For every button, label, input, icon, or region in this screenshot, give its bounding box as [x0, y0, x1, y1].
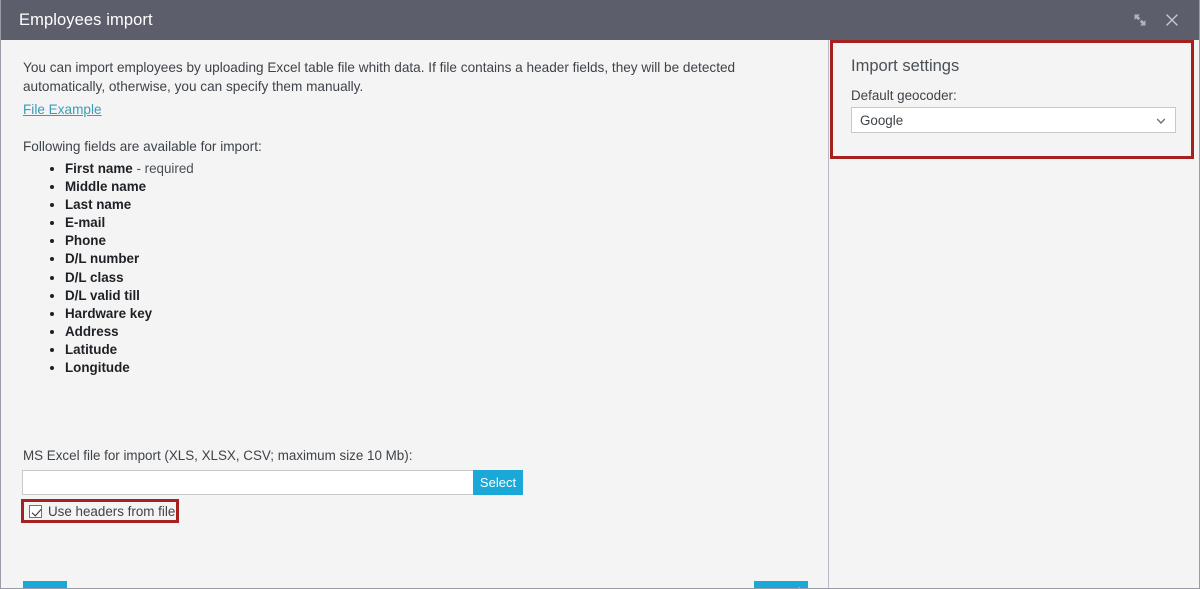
close-icon[interactable] — [1161, 9, 1183, 31]
import-settings-title: Import settings — [851, 57, 960, 75]
file-path-input[interactable] — [22, 470, 473, 495]
field-list-item: Last name — [65, 196, 806, 214]
field-label: Hardware key — [65, 305, 153, 321]
dialog-titlebar: Employees import — [1, 0, 1199, 40]
intro-text: You can import employees by uploading Ex… — [23, 60, 736, 94]
file-input-label: MS Excel file for import (XLS, XLSX, CSV… — [23, 448, 413, 463]
field-label: D/L valid till — [65, 287, 140, 303]
field-list-item: First name - required — [65, 160, 806, 178]
chevron-down-icon — [1155, 114, 1167, 126]
select-file-button[interactable]: Select — [473, 470, 523, 495]
use-headers-checkbox[interactable] — [29, 504, 42, 518]
field-list-item: D/L valid till — [65, 287, 806, 305]
import-settings-pane: Import settings Default geocoder: Google — [829, 40, 1199, 588]
default-geocoder-value: Google — [860, 112, 904, 128]
field-list-item: D/L number — [65, 250, 806, 268]
field-list-item: E-mail — [65, 214, 806, 232]
file-select-row: Select — [22, 470, 523, 495]
dialog-title: Employees import — [19, 10, 153, 29]
use-headers-row[interactable]: Use headers from file — [21, 499, 179, 523]
field-label: D/L number — [65, 251, 140, 267]
field-label: First name — [65, 161, 133, 176]
field-label: Middle name — [65, 179, 147, 195]
default-geocoder-label: Default geocoder: — [851, 88, 957, 103]
field-list-item: Middle name — [65, 178, 806, 196]
fields-intro-text: Following fields are available for impor… — [23, 139, 262, 154]
use-headers-label[interactable]: Use headers from file — [48, 504, 175, 519]
dialog-body: You can import employees by uploading Ex… — [1, 40, 1199, 588]
field-list-item: Hardware key — [65, 305, 806, 323]
field-label: Latitude — [65, 341, 118, 357]
field-label: Address — [65, 323, 119, 339]
field-label: Last name — [65, 197, 132, 213]
import-main-pane: You can import employees by uploading Ex… — [1, 40, 829, 588]
next-button[interactable]: Next — [23, 581, 67, 588]
import-settings-panel: Import settings Default geocoder: Google — [830, 40, 1194, 159]
available-fields-list: First name - requiredMiddle nameLast nam… — [23, 160, 806, 377]
field-list-item: Latitude — [65, 341, 806, 359]
field-label: E-mail — [65, 215, 106, 231]
field-list-item: Phone — [65, 232, 806, 250]
employees-import-dialog: Employees import You can import employee… — [0, 0, 1200, 589]
field-label: D/L class — [65, 269, 124, 285]
field-list-item: D/L class — [65, 269, 806, 287]
field-list-item: Address — [65, 323, 806, 341]
cancel-button[interactable]: Cancel — [754, 581, 808, 588]
restore-icon[interactable] — [1129, 9, 1151, 31]
default-geocoder-select[interactable]: Google — [851, 107, 1176, 133]
titlebar-actions — [1129, 9, 1183, 31]
field-note: - required — [132, 161, 194, 176]
field-list-item: Longitude — [65, 359, 806, 377]
file-example-link[interactable]: File Example — [23, 102, 102, 117]
field-label: Longitude — [65, 360, 130, 376]
field-label: Phone — [65, 233, 106, 249]
